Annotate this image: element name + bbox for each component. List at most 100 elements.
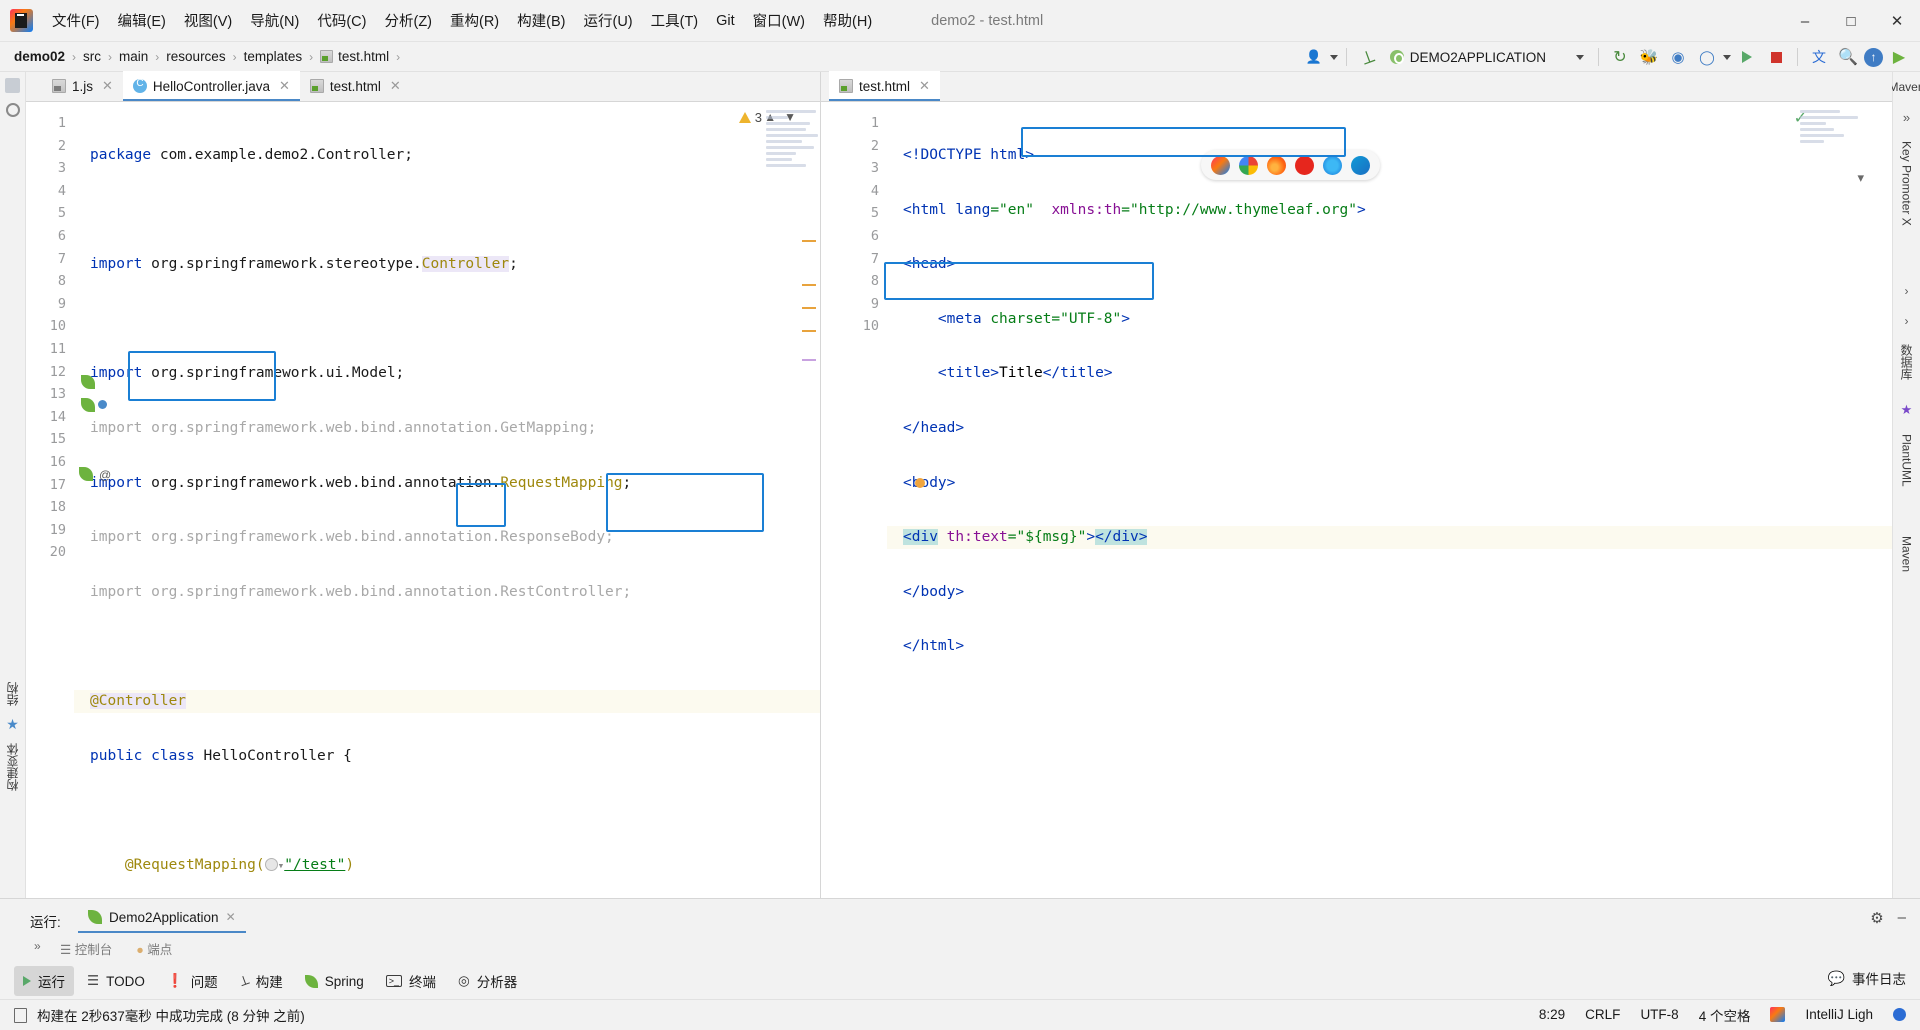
menu-item-navigate[interactable]: 导航(N) <box>241 6 308 35</box>
coverage-icon[interactable]: ◉ <box>1665 44 1691 70</box>
chevron-down-icon[interactable] <box>1723 54 1731 60</box>
ide-name-label[interactable]: IntelliJ Ligh <box>1805 1007 1873 1022</box>
menu-item-view[interactable]: 视图(V) <box>175 6 241 35</box>
menu-item-tools[interactable]: 工具(T) <box>642 6 708 35</box>
rail-label-structure[interactable]: 结构 <box>4 682 21 706</box>
chevron-right-icon[interactable]: › <box>1905 284 1909 298</box>
run-subtab-console[interactable]: ☰ 控制台 <box>60 939 112 958</box>
safari-icon[interactable] <box>1323 155 1342 175</box>
browser-preview-popup[interactable] <box>1201 150 1380 180</box>
edge-icon[interactable] <box>1351 155 1370 175</box>
tool-button-run[interactable]: 运行 <box>14 966 74 996</box>
rail-label-maven[interactable]: Maven <box>1900 536 1914 572</box>
ide-theme-icon[interactable] <box>1770 1007 1786 1022</box>
maximize-button[interactable]: □ <box>1828 0 1874 42</box>
menu-item-refactor[interactable]: 重构(R) <box>441 6 508 35</box>
commit-tool-icon[interactable] <box>5 103 20 117</box>
tool-button-terminal[interactable]: >_ 终端 <box>377 966 445 996</box>
html-file-icon <box>320 50 334 63</box>
tab-1-js[interactable]: 1.js ✕ <box>42 71 123 101</box>
minimap-collapse-icon[interactable]: ▾ <box>1857 170 1864 186</box>
updates-icon[interactable]: ↑ <box>1864 47 1883 67</box>
run-configuration-selector[interactable]: DEMO2APPLICATION <box>1384 48 1590 67</box>
line-number: 10 <box>49 318 66 335</box>
breadcrumb-item-main[interactable]: main <box>119 49 148 64</box>
profile-icon[interactable]: ◯ <box>1694 44 1720 70</box>
close-icon[interactable]: ✕ <box>102 78 113 94</box>
expand-subtabs-icon[interactable]: » <box>34 939 41 953</box>
globe-icon[interactable] <box>264 857 278 871</box>
tab-hellocontroller-java[interactable]: HelloController.java ✕ <box>122 71 300 101</box>
tool-button-build[interactable]: ⟂ 构建 <box>231 966 292 996</box>
tool-button-profiler[interactable]: ◎ 分析器 <box>449 966 526 996</box>
gear-icon[interactable]: ⚙ <box>1870 909 1883 927</box>
run-icon[interactable] <box>1734 44 1760 70</box>
plantuml-icon[interactable]: ★ <box>1901 402 1913 418</box>
breadcrumb-item-src[interactable]: src <box>83 49 101 64</box>
breadcrumb-item-file[interactable]: test.html <box>320 49 389 64</box>
menu-item-edit[interactable]: 编辑(E) <box>109 6 175 35</box>
minimize-icon[interactable]: – <box>1898 909 1906 927</box>
debug-icon[interactable]: 🐝 <box>1636 44 1662 70</box>
menu-item-git[interactable]: Git <box>707 9 744 33</box>
tool-button-spring[interactable]: Spring <box>296 969 373 994</box>
rail-label-build-variants[interactable]: 构建变体 <box>4 743 21 791</box>
tab-test-html[interactable]: test.html ✕ <box>829 71 940 101</box>
menu-item-file[interactable]: 文件(F) <box>43 6 109 35</box>
close-button[interactable]: ✕ <box>1874 0 1920 42</box>
gutter-override-icon[interactable]: @ <box>99 468 111 482</box>
menu-item-code[interactable]: 代码(C) <box>308 6 375 35</box>
line-separator[interactable]: CRLF <box>1585 1007 1620 1022</box>
opera-icon[interactable] <box>1295 155 1314 175</box>
breadcrumb-item-templates[interactable]: templates <box>244 49 303 64</box>
translate-icon[interactable]: 文 <box>1806 44 1832 70</box>
rail-label-maven-top[interactable]: Maven <box>1888 80 1920 94</box>
event-log-label: 事件日志 <box>1852 972 1906 987</box>
stop-icon[interactable] <box>1763 44 1789 70</box>
project-tool-icon[interactable] <box>5 78 20 93</box>
rerun-icon[interactable]: ↻ <box>1607 44 1633 70</box>
indent-setting[interactable]: 4 个空格 <box>1699 1005 1751 1025</box>
close-icon[interactable]: ✕ <box>390 78 401 94</box>
close-icon[interactable]: ✕ <box>279 78 290 94</box>
user-icon[interactable]: 👤 <box>1301 44 1327 70</box>
tool-button-todo[interactable]: ☰ TODO <box>78 968 154 994</box>
chevron-down-icon[interactable] <box>1329 54 1338 60</box>
java-code-content[interactable]: package com.example.demo2.Controller; im… <box>74 102 820 960</box>
menu-item-build[interactable]: 构建(B) <box>508 6 574 35</box>
breadcrumb-item-resources[interactable]: resources <box>166 49 225 64</box>
menu-item-run[interactable]: 运行(U) <box>574 6 641 35</box>
run-tab-demo2application[interactable]: Demo2Application ✕ <box>78 903 246 933</box>
hammer-icon[interactable]: ⟂ <box>1351 40 1384 73</box>
html-code-minimap[interactable] <box>1800 110 1864 230</box>
bookmarks-icon[interactable]: ★ <box>6 716 19 733</box>
html-editor-pane: test.html ✕ 1 2 3 4 5 6 7 8 9 10 <!DOCTY… <box>821 71 1892 960</box>
close-icon[interactable]: ✕ <box>226 910 236 924</box>
html-code-content[interactable]: <!DOCTYPE html> <html lang="en" xmlns:th… <box>887 102 1892 960</box>
notification-dot-icon[interactable] <box>1893 1008 1906 1021</box>
gutter-bean-dot-icon[interactable] <box>98 400 107 409</box>
close-icon[interactable]: ✕ <box>919 78 930 94</box>
search-icon[interactable]: 🔍 <box>1835 44 1861 70</box>
run-subtab-endpoints[interactable]: ● 端点 <box>136 939 172 958</box>
menu-item-help[interactable]: 帮助(H) <box>814 6 881 35</box>
rail-label-database[interactable]: 数据库 <box>1898 344 1915 380</box>
rail-label-plantuml[interactable]: PlantUML <box>1900 434 1914 487</box>
expand-right-icon[interactable]: » <box>1903 110 1910 125</box>
event-log-button[interactable]: 💬 事件日志 <box>1828 968 1906 988</box>
tool-button-problems[interactable]: ❗ 问题 <box>158 966 227 996</box>
tab-test-html-left[interactable]: test.html ✕ <box>300 71 411 101</box>
file-encoding[interactable]: UTF-8 <box>1640 1007 1678 1022</box>
menu-item-analyze[interactable]: 分析(Z) <box>375 6 441 35</box>
firefox-icon[interactable] <box>1267 155 1286 175</box>
plugin-icon[interactable]: ▶ <box>1886 44 1912 70</box>
line-number: 1 <box>57 115 66 131</box>
menu-item-window[interactable]: 窗口(W) <box>744 6 814 35</box>
minimize-button[interactable]: – <box>1782 0 1828 42</box>
caret-position[interactable]: 8:29 <box>1539 1007 1565 1022</box>
rail-label-key-promoter[interactable]: Key Promoter X <box>1900 141 1914 226</box>
breadcrumb-item-project[interactable]: demo02 <box>14 49 65 64</box>
intellij-browser-icon[interactable] <box>1211 155 1230 175</box>
chevron-right-icon-2[interactable]: › <box>1905 314 1909 328</box>
chrome-icon[interactable] <box>1239 155 1258 175</box>
